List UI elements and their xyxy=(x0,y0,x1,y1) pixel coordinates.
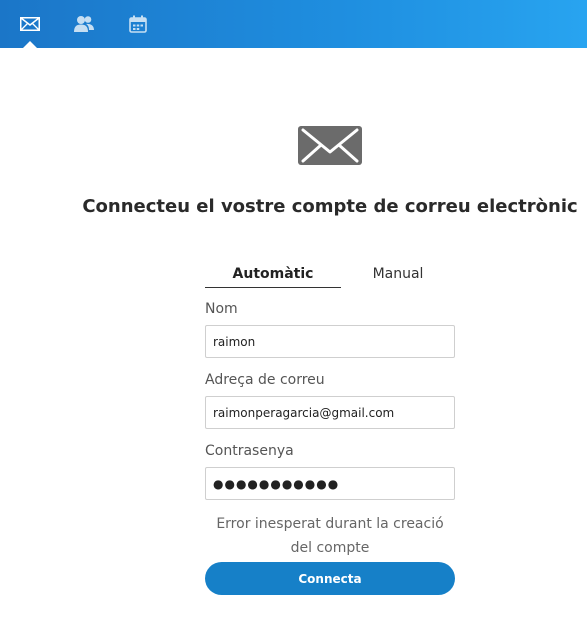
password-field[interactable] xyxy=(205,467,455,500)
app-navigation-bar xyxy=(0,0,587,49)
tab-mail[interactable] xyxy=(1,0,59,49)
contacts-icon xyxy=(74,16,94,32)
error-message: Error inesperat durant la creació del co… xyxy=(216,516,444,556)
email-label: Adreça de correu xyxy=(205,372,325,388)
tab-manual[interactable]: Manual xyxy=(341,266,455,287)
envelope-icon xyxy=(298,126,362,165)
name-label: Nom xyxy=(205,301,238,317)
password-label: Contrasenya xyxy=(205,443,294,459)
name-field[interactable] xyxy=(205,325,455,358)
mail-icon xyxy=(20,17,40,31)
tab-contacts[interactable] xyxy=(55,0,113,48)
tab-automatic[interactable]: Automàtic xyxy=(205,266,341,288)
email-field[interactable] xyxy=(205,396,455,429)
calendar-icon xyxy=(129,15,147,33)
setup-mode-tabs: Automàtic Manual xyxy=(205,266,455,288)
tab-calendar[interactable] xyxy=(109,0,167,48)
page-title: Connecteu el vostre compte de correu ele… xyxy=(82,196,578,217)
connect-button[interactable]: Connecta xyxy=(205,562,455,595)
